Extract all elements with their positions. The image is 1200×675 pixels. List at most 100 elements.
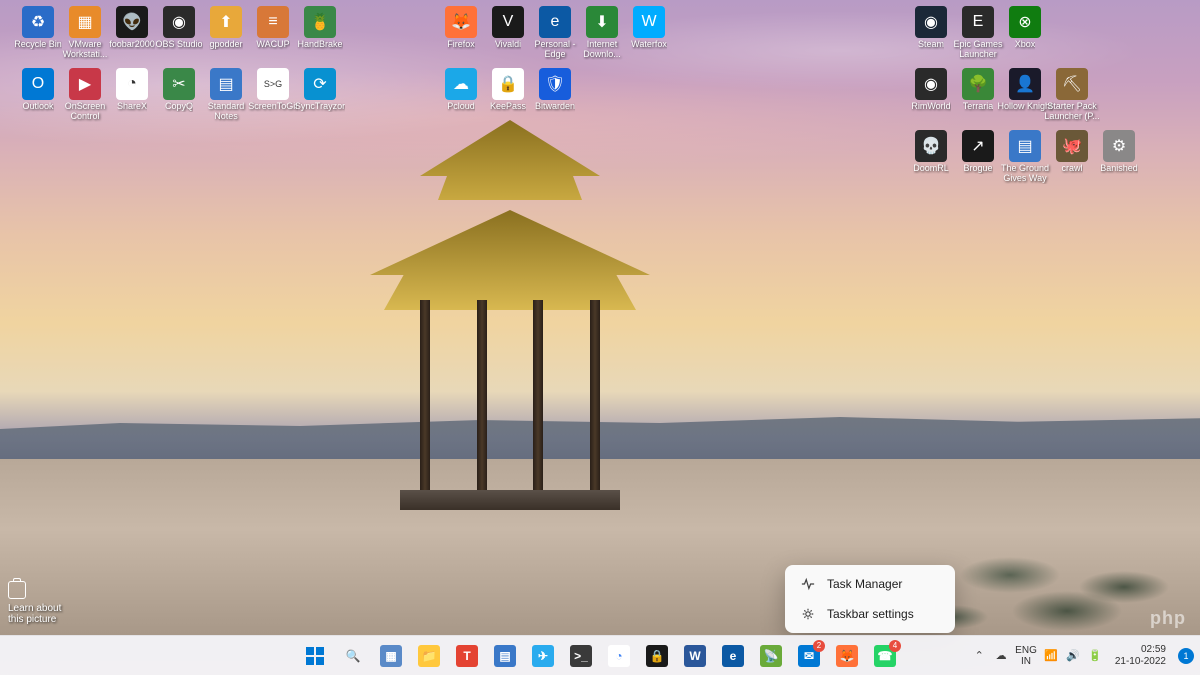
menu-label: Taskbar settings bbox=[827, 607, 914, 621]
clock[interactable]: 02:59 21-10-2022 bbox=[1109, 644, 1172, 668]
tray-chevron-icon[interactable]: ⌃ bbox=[971, 648, 987, 664]
icon-label: Firefox bbox=[447, 40, 475, 50]
app-icon: W bbox=[633, 6, 665, 38]
icon-label: Vivaldi bbox=[495, 40, 521, 50]
language-indicator[interactable]: ENG IN bbox=[1015, 645, 1037, 667]
app-icon: ▦ bbox=[69, 6, 101, 38]
icon-label: Banished bbox=[1100, 164, 1138, 174]
volume-icon[interactable]: 🔊 bbox=[1065, 648, 1081, 664]
app-icon: ▤ bbox=[1009, 130, 1041, 162]
system-tray: ⌃ ☁ ENG IN 📶 🔊 🔋 02:59 21-10-2022 1 bbox=[971, 636, 1194, 675]
watermark-text: php bbox=[1150, 608, 1186, 629]
taskbar-keepass[interactable]: 🔒 bbox=[639, 638, 675, 674]
desktop-icon-banished[interactable]: ⚙ Banished bbox=[1089, 128, 1149, 176]
app-icon: ↗ bbox=[962, 130, 994, 162]
icon-label: Terraria bbox=[963, 102, 994, 112]
desktop-icon-handbrake[interactable]: 🍍 HandBrake bbox=[290, 4, 350, 52]
app-icon: ⚙ bbox=[1103, 130, 1135, 162]
badge: 4 bbox=[889, 640, 901, 652]
pulse-icon bbox=[801, 577, 815, 591]
icon-label: KeePass bbox=[490, 102, 526, 112]
taskbar-notes[interactable]: ▤ bbox=[487, 638, 523, 674]
icon-label: Xbox bbox=[1015, 40, 1036, 50]
icon-label: Steam bbox=[918, 40, 944, 50]
taskbar-search[interactable]: 🔍 bbox=[335, 638, 371, 674]
app-icon: ♻ bbox=[22, 6, 54, 38]
app-icon: ≡ bbox=[257, 6, 289, 38]
taskbar-pinned-area: 🔍 ▦ 📁 T ▤ ✈ >_ ◔ 🔒 We 📡✉2🦊☎4 bbox=[297, 638, 903, 674]
icon-label: Outlook bbox=[22, 102, 53, 112]
taskbar-context-menu: Task Manager Taskbar settings bbox=[785, 565, 955, 633]
desktop-icon-bitwarden[interactable]: 🛡Bitwarden bbox=[525, 66, 585, 114]
app-icon: 👽 bbox=[116, 6, 148, 38]
taskbar-todoist[interactable]: T bbox=[449, 638, 485, 674]
taskbar-start[interactable] bbox=[297, 638, 333, 674]
badge: 2 bbox=[813, 640, 825, 652]
onedrive-icon[interactable]: ☁ bbox=[993, 648, 1009, 664]
app-icon: ◉ bbox=[915, 6, 947, 38]
app-icon: E bbox=[962, 6, 994, 38]
edge-icon: e bbox=[722, 645, 744, 667]
taskbar-firefox[interactable]: 🦊 bbox=[829, 638, 865, 674]
taskbar-chrome[interactable]: ◔ bbox=[601, 638, 637, 674]
word-icon: W bbox=[684, 645, 706, 667]
icon-label: ShareX bbox=[117, 102, 147, 112]
task-view-icon: ▦ bbox=[380, 645, 402, 667]
icon-label: RimWorld bbox=[911, 102, 950, 112]
icon-label: HandBrake bbox=[297, 40, 342, 50]
desktop-icon-synctrayzor[interactable]: ⟳ SyncTrayzor bbox=[290, 66, 350, 114]
chrome-icon: ◔ bbox=[608, 645, 630, 667]
taskbar-telegram[interactable]: ✈ bbox=[525, 638, 561, 674]
taskbar-task-view[interactable]: ▦ bbox=[373, 638, 409, 674]
menu-item-taskbar-settings[interactable]: Taskbar settings bbox=[789, 599, 951, 629]
icon-label: gpodder bbox=[209, 40, 242, 50]
taskbar-whatsapp[interactable]: ☎4 bbox=[867, 638, 903, 674]
spotlight-learn-widget[interactable]: Learn about this picture bbox=[8, 581, 61, 625]
app-icon: ◉ bbox=[163, 6, 195, 38]
desktop-icon-xbox[interactable]: ⊗Xbox bbox=[995, 4, 1055, 52]
app-icon: 🛡 bbox=[539, 68, 571, 100]
learn-line2: this picture bbox=[8, 614, 61, 625]
app-icon: ⟳ bbox=[304, 68, 336, 100]
camera-icon bbox=[8, 581, 26, 599]
app-icon: V bbox=[492, 6, 524, 38]
terminal-icon: >_ bbox=[570, 645, 592, 667]
app-icon: 🌳 bbox=[962, 68, 994, 100]
notes-icon: ▤ bbox=[494, 645, 516, 667]
taskbar-explorer[interactable]: 📁 bbox=[411, 638, 447, 674]
taskbar-mail[interactable]: ✉2 bbox=[791, 638, 827, 674]
app-icon: 🔒 bbox=[492, 68, 524, 100]
icon-label: Brogue bbox=[963, 164, 992, 174]
app-icon: 🍍 bbox=[304, 6, 336, 38]
search-icon: 🔍 bbox=[342, 645, 364, 667]
taskbar-feeds[interactable]: 📡 bbox=[753, 638, 789, 674]
app-icon: e bbox=[539, 6, 571, 38]
app-icon: S>G bbox=[257, 68, 289, 100]
app-icon: ⬇ bbox=[586, 6, 618, 38]
app-icon: ⬆ bbox=[210, 6, 242, 38]
todoist-icon: T bbox=[456, 645, 478, 667]
app-icon: 🦊 bbox=[445, 6, 477, 38]
taskbar-word[interactable]: W bbox=[677, 638, 713, 674]
icon-label: CopyQ bbox=[165, 102, 193, 112]
taskbar[interactable]: 🔍 ▦ 📁 T ▤ ✈ >_ ◔ 🔒 We 📡✉2🦊☎4 ⌃ ☁ ENG IN 📶 🔊 🔋 02:5… bbox=[0, 635, 1200, 675]
icon-label: foobar2000 bbox=[109, 40, 155, 50]
app-icon: 👤 bbox=[1009, 68, 1041, 100]
icon-label: WACUP bbox=[256, 40, 289, 50]
taskbar-terminal[interactable]: >_ bbox=[563, 638, 599, 674]
desktop-icon-starter-pack-launcher-p[interactable]: ⛏Starter Pack Launcher (P... bbox=[1042, 66, 1102, 124]
desktop-icon-waterfox[interactable]: W Waterfox bbox=[619, 4, 679, 52]
battery-icon[interactable]: 🔋 bbox=[1087, 648, 1103, 664]
taskbar-edge[interactable]: e bbox=[715, 638, 751, 674]
notification-badge[interactable]: 1 bbox=[1178, 648, 1194, 664]
explorer-icon: 📁 bbox=[418, 645, 440, 667]
icon-label: Starter Pack Launcher (P... bbox=[1044, 102, 1100, 122]
app-icon: ▤ bbox=[210, 68, 242, 100]
icon-label: crawl bbox=[1061, 164, 1082, 174]
app-icon: 🐙 bbox=[1056, 130, 1088, 162]
icon-label: SyncTrayzor bbox=[295, 102, 345, 112]
menu-item-task-manager[interactable]: Task Manager bbox=[789, 569, 951, 599]
wifi-icon[interactable]: 📶 bbox=[1043, 648, 1059, 664]
icon-label: Waterfox bbox=[631, 40, 667, 50]
app-icon: 💀 bbox=[915, 130, 947, 162]
